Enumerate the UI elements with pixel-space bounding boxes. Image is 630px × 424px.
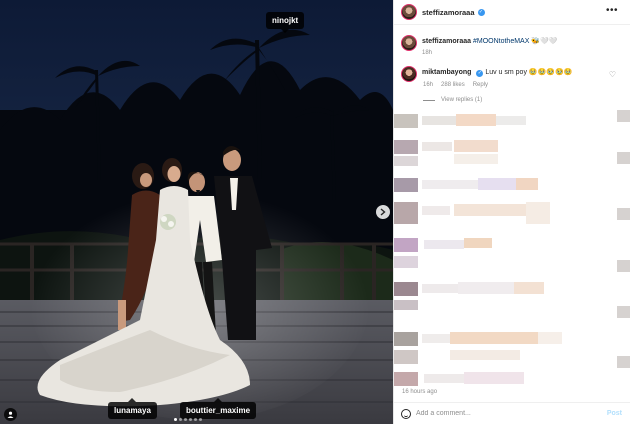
comment: miktambayong ✓ Luv u sm poy 🥹🥹🥹🥹🥹	[401, 66, 623, 82]
caption-hashtag[interactable]: #MOONtotheMAX	[473, 38, 529, 45]
carousel-dots	[174, 418, 202, 421]
photo-tag-bottom-left-label: lunamaya	[114, 406, 151, 415]
blurred-comment	[394, 202, 550, 224]
carousel-dot	[189, 418, 192, 421]
verified-badge-icon: ✓	[477, 8, 485, 16]
view-replies-line	[423, 99, 435, 101]
caption: steffizamoraaa #MOONtotheMAX 🐝🤍🤍	[401, 35, 558, 51]
photo-tag-top[interactable]: ninojkt	[266, 12, 305, 33]
carousel-dot	[199, 418, 202, 421]
comment-body: Luv u sm poy	[485, 69, 527, 76]
chevron-right-icon	[380, 208, 386, 216]
photo-scene	[0, 0, 393, 424]
comment-likes[interactable]: 288 likes	[441, 82, 465, 88]
author-username[interactable]: steffizamoraaa	[422, 8, 475, 17]
add-comment-bar: Post	[394, 402, 630, 424]
blurred-comment	[394, 238, 492, 252]
blurred-comments-area	[394, 110, 630, 386]
photo-tag-bottom-right-label: bouttier_maxime	[186, 406, 251, 415]
post-header: steffizamoraaa ✓ •••	[394, 0, 630, 25]
blurred-comment	[394, 140, 498, 154]
blurred-comment	[394, 178, 538, 192]
comment-input[interactable]	[416, 410, 586, 417]
like-comment-heart-icon[interactable]: ♡	[609, 70, 616, 79]
emoji-picker-icon[interactable]	[401, 408, 411, 419]
author-avatar[interactable]	[401, 4, 417, 20]
comment-reply-button[interactable]: Reply	[473, 82, 488, 88]
user-icon	[7, 411, 14, 418]
next-photo-button[interactable]	[376, 205, 390, 219]
carousel-dot	[174, 418, 177, 421]
blurred-comment	[394, 372, 524, 386]
comment-emojis: 🥹🥹🥹🥹🥹	[528, 69, 573, 76]
post-side-panel: steffizamoraaa ✓ ••• steffizamoraaa #MOO…	[393, 0, 630, 424]
carousel-dot	[184, 418, 187, 421]
tagged-users-button[interactable]	[4, 408, 17, 421]
caption-text: steffizamoraaa #MOONtotheMAX 🐝🤍🤍	[422, 37, 558, 45]
photo-tag-bottom-right[interactable]: bouttier_maxime	[180, 398, 257, 419]
post-photo[interactable]: ninojkt lunamaya bouttier_maxime	[0, 0, 393, 424]
caption-emojis: 🐝🤍🤍	[531, 38, 558, 45]
caption-time[interactable]: 18h	[422, 50, 432, 56]
blurred-comment	[394, 114, 526, 128]
blurred-comment	[394, 332, 562, 346]
view-replies-button[interactable]: View replies (1)	[423, 97, 482, 103]
caption-username[interactable]: steffizamoraaa	[422, 38, 471, 45]
comment-time[interactable]: 16h	[423, 82, 433, 88]
caption-avatar[interactable]	[401, 35, 417, 51]
carousel-dot	[194, 418, 197, 421]
commenter-avatar[interactable]	[401, 66, 417, 82]
comment-text: miktambayong ✓ Luv u sm poy 🥹🥹🥹🥹🥹	[422, 68, 573, 77]
post-comment-button[interactable]: Post	[607, 410, 622, 417]
comment-meta: 16h 288 likes Reply	[423, 82, 488, 88]
view-replies-label: View replies (1)	[441, 97, 483, 103]
photo-tag-top-label: ninojkt	[272, 16, 299, 25]
commenter-verified-icon: ✓	[476, 69, 484, 77]
post-timestamp[interactable]: 16 hours ago	[402, 389, 437, 395]
blurred-comment	[394, 282, 544, 296]
photo-tag-bottom-left[interactable]: lunamaya	[108, 398, 157, 419]
commenter-username[interactable]: miktambayong	[422, 69, 471, 76]
more-options-icon[interactable]: •••	[606, 6, 618, 16]
carousel-dot	[179, 418, 182, 421]
